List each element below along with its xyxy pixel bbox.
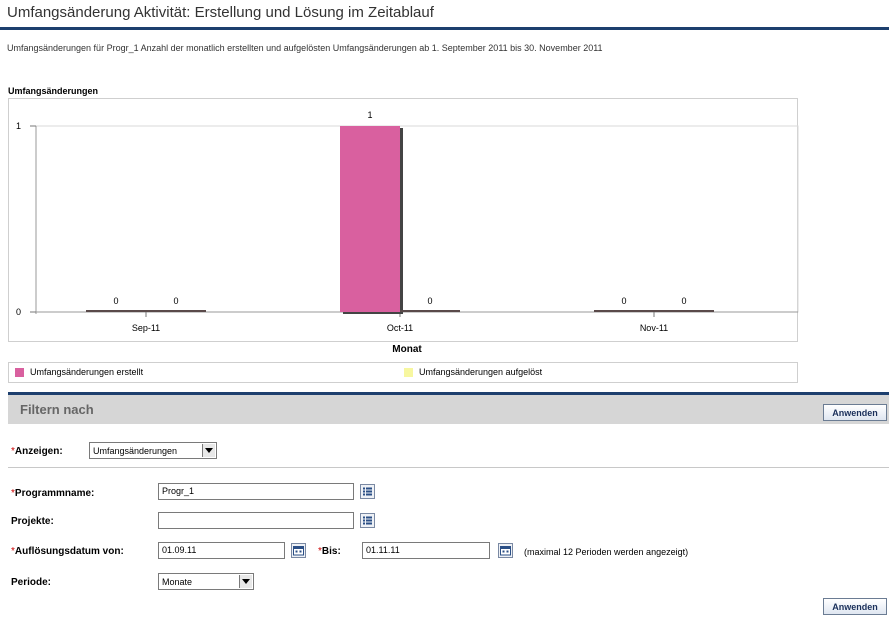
- plot-area: [35, 125, 799, 313]
- bar-value-label: 0: [173, 296, 178, 306]
- chevron-down-icon[interactable]: [202, 444, 215, 457]
- filter-separator: [8, 467, 889, 468]
- chevron-down-icon[interactable]: [239, 575, 252, 588]
- resolution-from-input[interactable]: 01.09.11: [158, 542, 285, 559]
- x-tick-label: Sep-11: [132, 323, 160, 333]
- legend-item-created: Umfangsänderungen erstellt: [15, 367, 143, 377]
- bar-value-label: 0: [113, 296, 118, 306]
- apply-button-top[interactable]: Anwenden: [823, 404, 887, 421]
- bar: [594, 310, 654, 312]
- calendar-icon: [500, 546, 511, 556]
- list-icon: [363, 487, 372, 496]
- x-tick-label: Nov-11: [640, 323, 668, 333]
- resolution-from-calendar-button[interactable]: [291, 543, 306, 558]
- y-tick-label: 1: [16, 121, 21, 131]
- to-date-calendar-button[interactable]: [498, 543, 513, 558]
- projects-input[interactable]: [158, 512, 354, 529]
- legend-item-resolved: Umfangsänderungen aufgelöst: [404, 367, 542, 377]
- show-select-value: Umfangsänderungen: [93, 445, 178, 456]
- report-description: Umfangsänderungen für Progr_1 Anzahl der…: [7, 43, 603, 53]
- filter-header: [8, 395, 889, 424]
- calendar-icon: [293, 546, 304, 556]
- bar: [340, 126, 400, 312]
- bar-value-label: 0: [427, 296, 432, 306]
- bar: [86, 310, 146, 312]
- show-label: *Anzeigen:: [11, 446, 63, 457]
- filter-title: Filtern nach: [20, 402, 94, 417]
- chart-legend: Umfangsänderungen erstellt Umfangsänderu…: [8, 362, 798, 383]
- to-date-input[interactable]: 01.11.11: [362, 542, 490, 559]
- bar: [400, 310, 460, 312]
- program-name-label: *Programmname:: [11, 488, 95, 499]
- legend-label-created: Umfangsänderungen erstellt: [30, 367, 144, 377]
- bar: [654, 310, 714, 312]
- period-select[interactable]: Monate: [158, 573, 254, 590]
- x-axis-label: Monat: [392, 344, 422, 355]
- apply-button-bottom[interactable]: Anwenden: [823, 598, 887, 615]
- show-select[interactable]: Umfangsänderungen: [89, 442, 217, 459]
- bar-value-label: 1: [367, 110, 372, 120]
- list-icon: [363, 516, 372, 525]
- chart-heading: Umfangsänderungen: [8, 86, 99, 96]
- x-tick-label: Oct-11: [387, 323, 413, 333]
- legend-swatch-created: [15, 367, 24, 377]
- periods-note: (maximal 12 Perioden werden angezeigt): [524, 547, 689, 557]
- legend-swatch-resolved: [404, 367, 413, 377]
- legend-label-resolved: Umfangsänderungen aufgelöst: [419, 367, 543, 377]
- bar: [146, 310, 206, 312]
- period-label: Periode:: [11, 577, 52, 588]
- resolution-from-label: *Auflösungsdatum von:: [11, 546, 124, 557]
- program-list-button[interactable]: [360, 484, 375, 499]
- page-title: Umfangsänderung Aktivität: Erstellung un…: [7, 4, 434, 21]
- title-divider: [0, 27, 889, 30]
- bar-value-label: 0: [681, 296, 686, 306]
- bar-value-label: 0: [621, 296, 626, 306]
- bar-chart: 0 1 Sep-11 0 0 Oct-11 1 0 Nov-11 0 0 Monat: [16, 110, 799, 355]
- period-select-value: Monate: [162, 576, 193, 587]
- projects-list-button[interactable]: [360, 513, 375, 528]
- projects-label: Projekte:: [11, 516, 54, 527]
- program-name-input[interactable]: Progr_1: [158, 483, 354, 500]
- y-tick-label: 0: [16, 307, 21, 317]
- to-date-label: *Bis:: [318, 546, 341, 557]
